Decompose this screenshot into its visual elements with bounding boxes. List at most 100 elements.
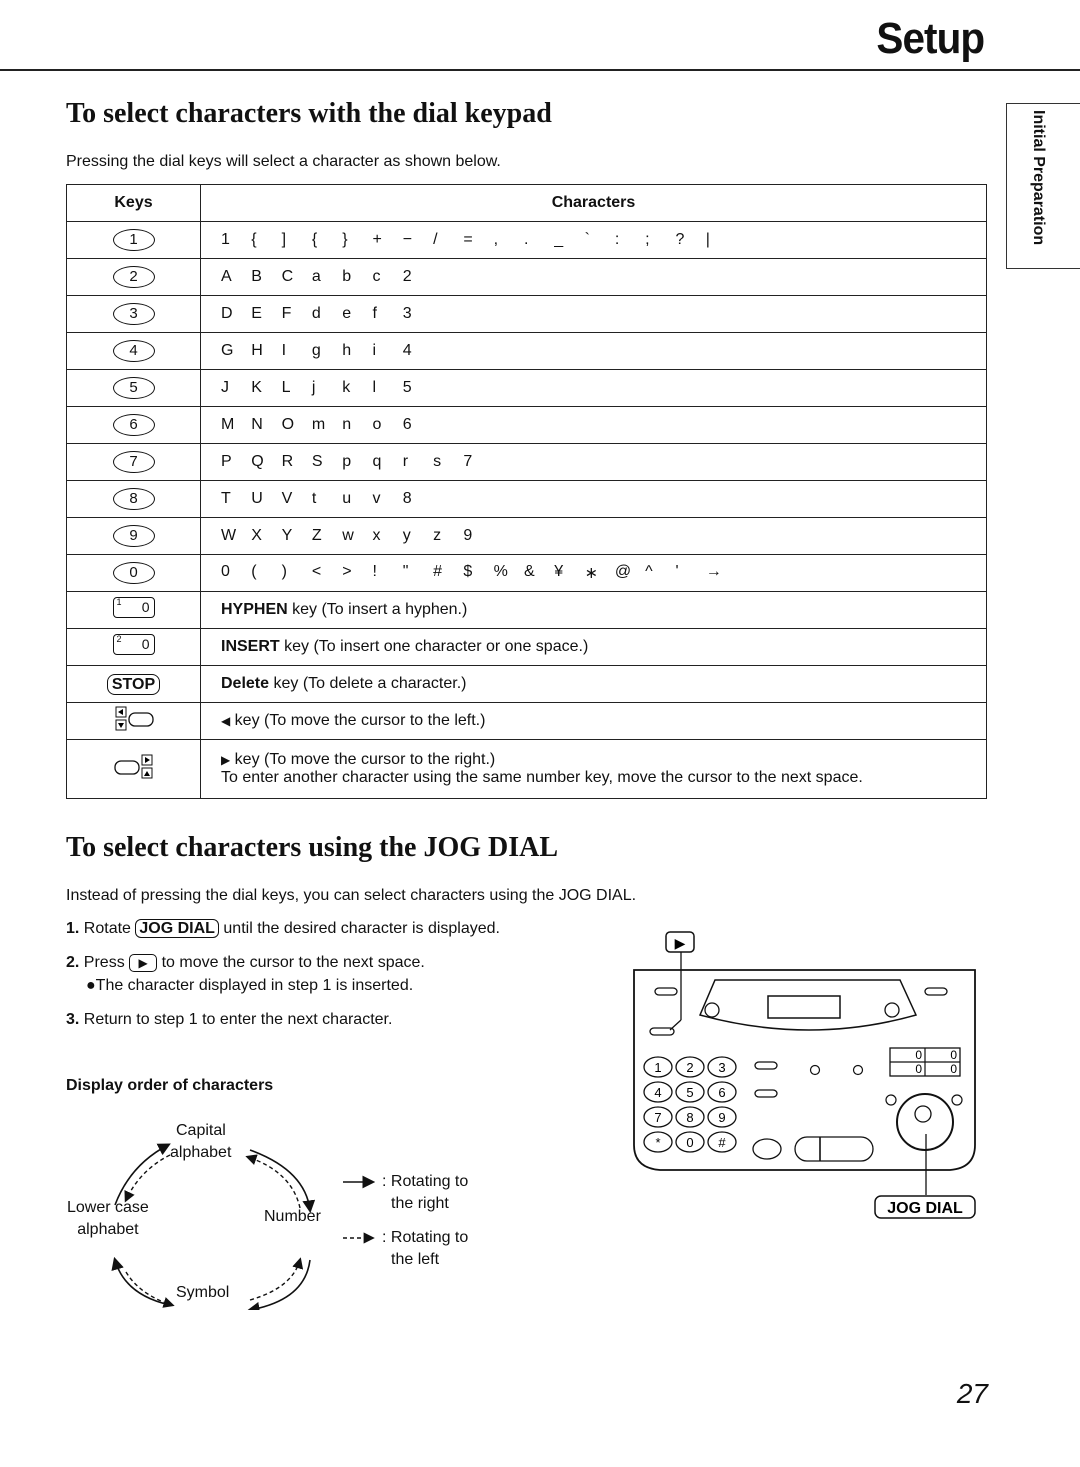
character: j <box>311 379 316 396</box>
dial-key-6-icon: 6 <box>112 414 155 436</box>
character: u <box>342 490 352 507</box>
character: { <box>251 231 257 248</box>
right-cursor-callout-glyph: ▶ <box>675 935 686 951</box>
character: 0 <box>221 563 230 580</box>
svg-text:8: 8 <box>686 1110 693 1125</box>
character: x <box>372 527 381 544</box>
character: 9 <box>463 527 473 544</box>
character: F <box>281 305 292 322</box>
key-description: Delete key (To delete a character.) <box>200 665 987 703</box>
dial-key-3-icon: 3 <box>112 303 155 325</box>
table-row: 4 GH Ig h i 4 <box>66 332 987 370</box>
character: ¥ <box>554 563 564 580</box>
header-rule <box>0 69 1080 71</box>
character: O <box>281 416 295 433</box>
dial-key-0-icon: 0 <box>112 562 155 584</box>
character: B <box>251 268 262 285</box>
svg-text:#: # <box>718 1135 726 1150</box>
character: + <box>372 231 382 248</box>
arrow-right-capital-to-number <box>249 1149 316 1214</box>
page-number: 27 <box>956 1378 988 1409</box>
character: ) <box>281 563 287 580</box>
jog-dial-callout-label: JOG DIAL <box>887 1200 963 1217</box>
section-title-dial-keypad: To select characters with the dial keypa… <box>66 98 552 129</box>
character: e <box>342 305 352 322</box>
dial-key-8-icon: 8 <box>112 488 155 510</box>
character: > <box>342 563 352 580</box>
character: l <box>372 379 377 396</box>
step-3: 3. Return to step 1 to enter the next ch… <box>66 1011 393 1028</box>
table-row: 1 0 HYPHEN key (To insert a hyphen.) <box>66 591 987 629</box>
character: d <box>311 305 321 322</box>
legend-rotating-left: : Rotating to the left <box>382 1229 469 1268</box>
arrow-left-number-to-capital <box>245 1154 301 1209</box>
character: @ <box>614 563 632 580</box>
character-list: J K Lj k l 5 <box>221 379 986 397</box>
character: 6 <box>402 416 412 433</box>
character-list: 0 () < >! " # $% & ¥ ∗ @ ^ ' → <box>221 563 986 583</box>
node-lower-case-alphabet: Lower case alphabet <box>67 1199 149 1238</box>
character: P <box>221 453 232 470</box>
character: o <box>372 416 382 433</box>
character: 3 <box>402 305 412 322</box>
character: c <box>372 268 381 285</box>
character: E <box>251 305 262 322</box>
svg-text:5: 5 <box>686 1085 693 1100</box>
character: < <box>311 563 322 580</box>
character: ] <box>281 231 287 248</box>
character: ∗ <box>584 565 598 582</box>
character: Q <box>251 453 264 470</box>
character: 5 <box>402 379 412 396</box>
svg-text:9: 9 <box>718 1110 725 1125</box>
svg-text:3: 3 <box>718 1060 725 1075</box>
table-note: To enter another character using the sam… <box>221 769 863 786</box>
device-keypad-key: * <box>643 1131 673 1153</box>
key-description: HYPHEN key (To insert a hyphen.) <box>200 591 987 629</box>
insert-key-icon: 20 <box>112 634 155 655</box>
character: X <box>251 527 262 544</box>
character: 1 <box>221 231 230 248</box>
table-row: ▶ key (To move the cursor to the right.)… <box>66 739 987 799</box>
device-keypad-key: 7 <box>643 1106 673 1128</box>
section-intro-jog: Instead of pressing the dial keys, you c… <box>66 887 637 904</box>
character: # <box>433 563 442 580</box>
step-2-note: ●The character displayed in step 1 is in… <box>86 977 414 994</box>
counter-digit: 0 <box>950 1062 957 1076</box>
device-keypad-key: # <box>707 1131 737 1153</box>
device-keypad-key: 2 <box>675 1056 705 1078</box>
table-row: 7 P QRSp q r s 7 <box>66 443 987 481</box>
character-list: T U Vt u v 8 <box>221 490 986 508</box>
node-symbol: Symbol <box>176 1284 230 1301</box>
stop-key-icon: STOP <box>106 673 161 695</box>
section-intro: Pressing the dial keys will select a cha… <box>66 153 501 170</box>
dial-key-4-icon: 4 <box>112 340 155 362</box>
table-row: 2 0 INSERT key (To insert one character or… <box>66 628 987 666</box>
step-2: 2. Press ▶ to move the cursor to the nex… <box>66 954 425 972</box>
device-keypad-key: 3 <box>707 1056 737 1078</box>
arrow-left-symbol-to-number <box>249 1257 304 1301</box>
table-row: 2 A B Ca b c 2 <box>66 258 987 296</box>
device-keypad-key: 4 <box>643 1081 673 1103</box>
character: M <box>221 416 235 433</box>
table-row: 8 T U Vt u v 8 <box>66 480 987 518</box>
dial-key-1-icon: 1 <box>112 229 155 251</box>
character: h <box>342 342 352 359</box>
character-list: 1 {] {} + − / =,. _ `:;? | <box>221 231 986 249</box>
svg-text:*: * <box>655 1135 660 1150</box>
character: Z <box>311 527 322 544</box>
character: 8 <box>402 490 412 507</box>
character: g <box>311 342 321 359</box>
lcd-display <box>767 995 841 1019</box>
left-cursor-key-icon <box>115 706 154 730</box>
arrow-left-capital-to-lower <box>124 1154 171 1203</box>
character: L <box>281 379 291 396</box>
dial-key-9-icon: 9 <box>112 525 155 547</box>
character: ` <box>584 231 590 248</box>
character: } <box>342 231 348 248</box>
character: G <box>221 342 234 359</box>
character: = <box>463 231 473 248</box>
table-row: STOP Delete key (To delete a character.) <box>66 665 987 703</box>
device-keypad-key: 5 <box>675 1081 705 1103</box>
character: U <box>251 490 263 507</box>
character: y <box>402 527 411 544</box>
